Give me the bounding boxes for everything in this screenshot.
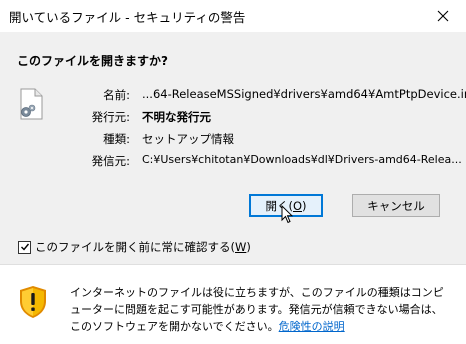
warning-text: インターネットのファイルは役に立ちますが、このファイルの種類はコンピューターに問… <box>70 284 450 335</box>
always-ask-checkbox[interactable] <box>18 240 31 254</box>
detail-type-row: 種類: セットアップ情報 <box>60 131 234 149</box>
close-icon <box>437 10 449 22</box>
cancel-button[interactable]: キャンセル <box>352 194 440 217</box>
dialog-body: このファイルを開きますか? 名前: ...64-ReleaseMSSigned¥… <box>0 32 466 264</box>
mouse-cursor-icon <box>281 205 293 224</box>
warning-footer: インターネットのファイルは役に立ちますが、このファイルの種類はコンピューターに問… <box>0 265 466 344</box>
close-button[interactable] <box>420 0 466 32</box>
detail-source-row: 発信元: C:¥Users¥chitotan¥Downloads¥dl¥Driv… <box>60 153 462 171</box>
window-title: 開いているファイル - セキュリティの警告 <box>9 10 246 25</box>
detail-value-name: ...64-ReleaseMSSigned¥drivers¥amd64¥AmtP… <box>142 87 466 101</box>
dialog-question: このファイルを開きますか? <box>17 54 168 68</box>
detail-value-publisher: 不明な発行元 <box>142 110 211 124</box>
detail-label: 名前: <box>103 88 130 102</box>
security-warning-dialog: 開いているファイル - セキュリティの警告 このファイルを開きますか? 名前: … <box>0 0 466 344</box>
always-ask-label: このファイルを開く前に常に確認する(W) <box>35 240 251 254</box>
warning-shield-icon <box>20 286 46 318</box>
detail-value-source: C:¥Users¥chitotan¥Downloads¥dl¥Drivers-a… <box>142 153 462 166</box>
warning-message: インターネットのファイルは役に立ちますが、このファイルの種類はコンピューターに問… <box>70 286 444 333</box>
title-bar[interactable]: 開いているファイル - セキュリティの警告 <box>0 0 466 32</box>
setup-file-icon <box>20 88 43 120</box>
checkmark-icon <box>20 243 29 251</box>
detail-publisher-row: 発行元: 不明な発行元 <box>60 109 211 127</box>
detail-label: 発信元: <box>91 154 130 168</box>
cancel-button-label: キャンセル <box>367 198 425 213</box>
detail-label: 種類: <box>103 132 130 146</box>
always-ask-checkbox-row[interactable]: このファイルを開く前に常に確認する(W) <box>18 239 251 255</box>
detail-value-type: セットアップ情報 <box>142 132 234 146</box>
detail-label: 発行元: <box>91 110 130 124</box>
risk-explanation-link[interactable]: 危険性の説明 <box>279 320 345 333</box>
detail-name-row: 名前: ...64-ReleaseMSSigned¥drivers¥amd64¥… <box>60 87 466 105</box>
